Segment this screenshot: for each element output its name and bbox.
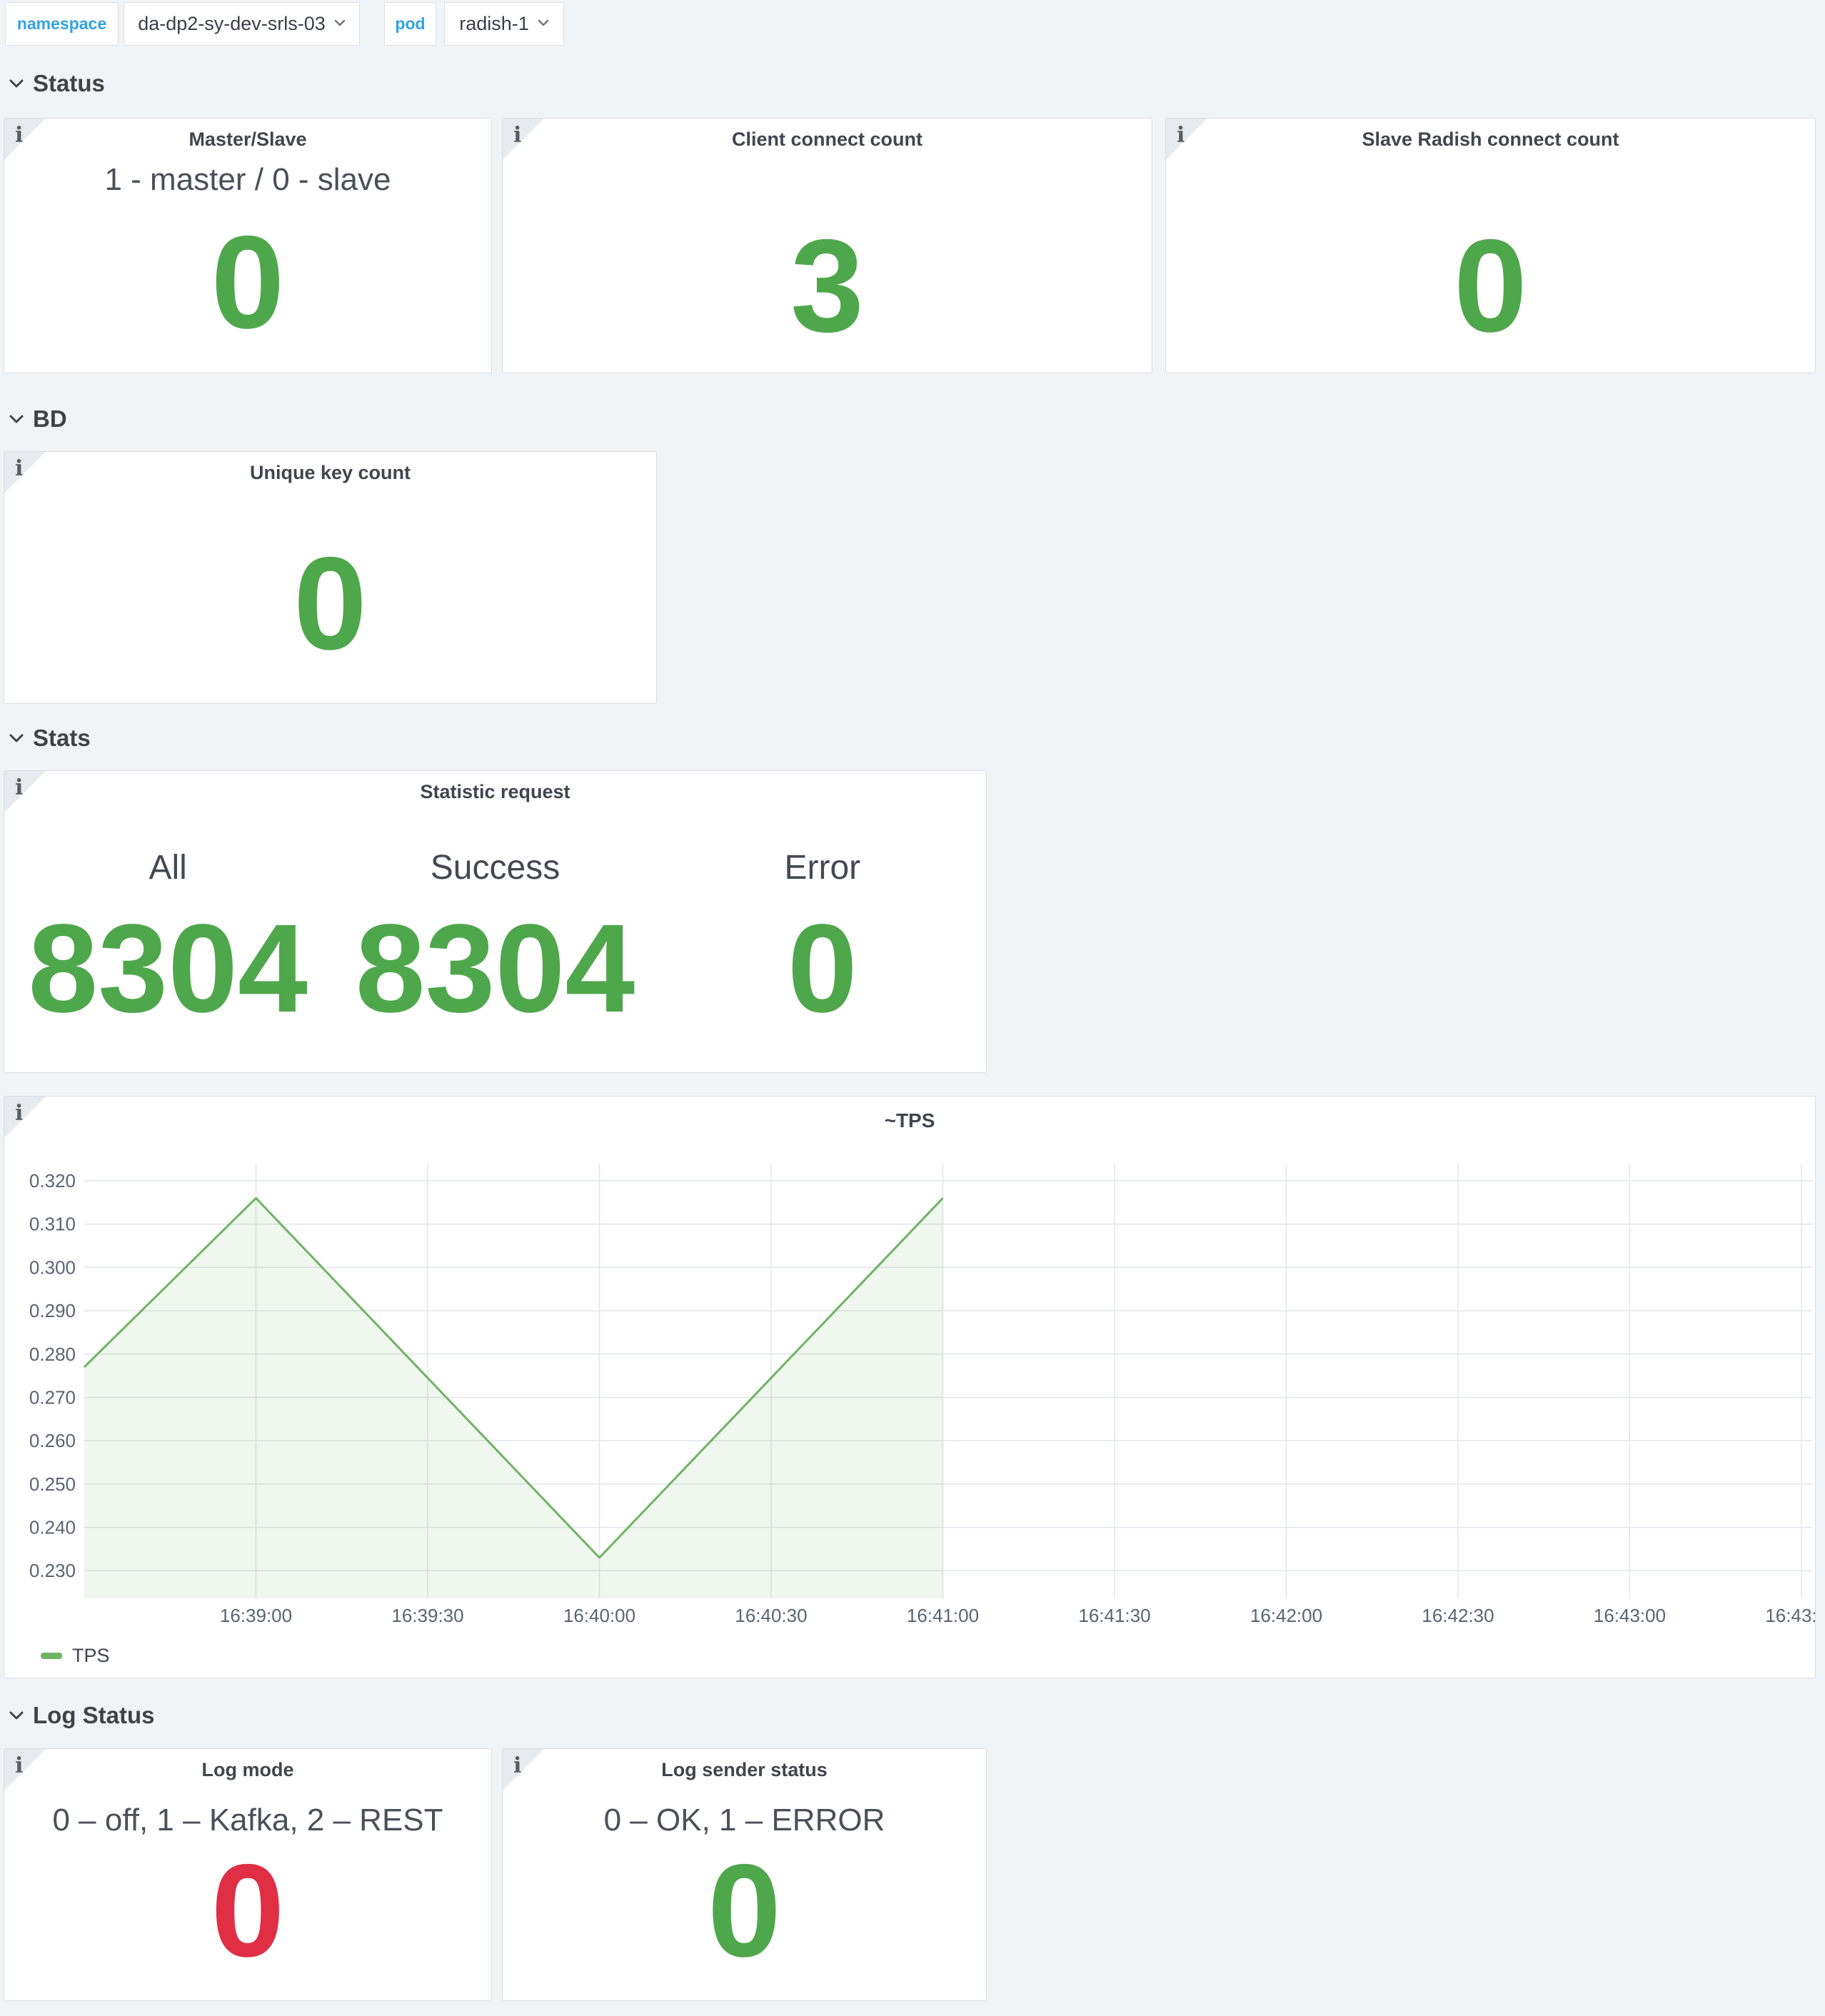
- panel-client-connect-count: i Client connect count 3: [502, 118, 1152, 373]
- section-title-stats: Stats: [33, 725, 91, 752]
- pod-variable-label: pod: [384, 2, 436, 46]
- svg-text:16:39:30: 16:39:30: [391, 1605, 463, 1626]
- stat-value: 0: [1166, 221, 1815, 353]
- stat-value: 8304: [4, 906, 331, 1032]
- pod-label-text: pod: [395, 14, 425, 34]
- section-title-bd: BD: [33, 405, 67, 433]
- section-title-status: Status: [33, 70, 105, 97]
- section-row-status[interactable]: Status: [9, 70, 105, 97]
- panel-title[interactable]: Client connect count: [503, 128, 1152, 151]
- svg-text:0.270: 0.270: [29, 1386, 76, 1408]
- svg-text:0.300: 0.300: [29, 1256, 76, 1278]
- stat-value: 0: [4, 1845, 491, 1977]
- tps-chart-plot: 0.320 0.310 0.300 0.290 0.280 0.270 0.260 0.250…: [4, 1097, 1816, 1678]
- section-title-log-status: Log Status: [33, 1702, 155, 1729]
- stat-column-label: Success: [331, 848, 658, 887]
- panel-log-mode: i Log mode 0 – off, 1 – Kafka, 2 – REST …: [4, 1748, 492, 2001]
- section-row-stats[interactable]: Stats: [9, 725, 91, 752]
- chevron-down-icon: [9, 414, 24, 424]
- chevron-down-icon: [334, 18, 346, 31]
- svg-text:0.290: 0.290: [29, 1300, 76, 1321]
- legend-series-swatch: [41, 1653, 62, 1659]
- svg-text:16:42:30: 16:42:30: [1422, 1605, 1494, 1626]
- svg-text:0.230: 0.230: [29, 1560, 76, 1581]
- panel-slave-radish-connect-count: i Slave Radish connect count 0: [1165, 118, 1816, 373]
- stat-value: 0: [659, 906, 986, 1032]
- chevron-down-icon: [538, 18, 549, 31]
- stat-column-success: Success 8304: [331, 848, 658, 1032]
- chart-title[interactable]: ~TPS: [4, 1109, 1815, 1132]
- chevron-down-icon: [9, 79, 24, 89]
- stat-column-error: Error 0: [659, 848, 986, 1032]
- stat-value: 0: [4, 217, 491, 349]
- stat-column-label: Error: [659, 848, 986, 887]
- svg-text:16:41:30: 16:41:30: [1078, 1605, 1150, 1626]
- svg-text:16:40:00: 16:40:00: [563, 1605, 635, 1626]
- panel-title[interactable]: Slave Radish connect count: [1166, 128, 1815, 151]
- namespace-label-text: namespace: [17, 14, 106, 34]
- svg-text:0.310: 0.310: [29, 1214, 76, 1235]
- svg-text:0.240: 0.240: [29, 1516, 76, 1538]
- panel-title[interactable]: Log sender status: [503, 1759, 986, 1781]
- stat-column-label: All: [4, 848, 331, 887]
- statistic-columns: All 8304 Success 8304 Error 0: [4, 848, 986, 1032]
- legend-series-label: TPS: [72, 1645, 110, 1667]
- panel-log-sender-status: i Log sender status 0 – OK, 1 – ERROR 0: [502, 1748, 987, 2001]
- svg-text:0.320: 0.320: [29, 1170, 76, 1191]
- stat-value: 8304: [331, 906, 658, 1032]
- dashboard: namespace da-dp2-sy-dev-srls-03 pod radi…: [0, 0, 1825, 2016]
- panel-title[interactable]: Master/Slave: [4, 128, 491, 151]
- panel-statistic-request: i Statistic request All 8304 Success 830…: [4, 770, 987, 1073]
- section-row-bd[interactable]: BD: [9, 405, 67, 433]
- panel-subtitle: 1 - master / 0 - slave: [4, 163, 491, 197]
- panel-title[interactable]: Log mode: [4, 1759, 491, 1781]
- namespace-value-text: da-dp2-sy-dev-srls-03: [138, 13, 326, 35]
- svg-text:0.250: 0.250: [29, 1473, 76, 1495]
- legend-item-tps[interactable]: TPS: [41, 1645, 110, 1667]
- stat-value: 3: [503, 221, 1152, 353]
- namespace-variable-dropdown[interactable]: da-dp2-sy-dev-srls-03: [124, 2, 360, 46]
- panel-subtitle: 0 – off, 1 – Kafka, 2 – REST: [4, 1803, 491, 1838]
- svg-text:16:43:30: 16:43:30: [1765, 1605, 1816, 1626]
- svg-text:16:42:00: 16:42:00: [1250, 1605, 1322, 1626]
- namespace-variable-label: namespace: [5, 2, 119, 46]
- panel-title[interactable]: Unique key count: [4, 462, 656, 484]
- stat-value: 0: [4, 538, 656, 670]
- svg-text:0.280: 0.280: [29, 1344, 76, 1365]
- chevron-down-icon: [9, 1710, 24, 1720]
- stat-value: 0: [503, 1845, 986, 1977]
- svg-text:0.260: 0.260: [29, 1430, 76, 1451]
- svg-text:16:41:00: 16:41:00: [907, 1605, 979, 1626]
- section-row-log-status[interactable]: Log Status: [9, 1702, 155, 1729]
- svg-text:16:39:00: 16:39:00: [220, 1605, 292, 1626]
- svg-text:16:43:00: 16:43:00: [1594, 1605, 1666, 1626]
- svg-text:16:40:30: 16:40:30: [735, 1605, 807, 1626]
- panel-master-slave: i Master/Slave 1 - master / 0 - slave 0: [4, 118, 492, 373]
- panel-tps-graph: i ~TPS 0.3200.3100.3000.2900.2800.2700.2…: [4, 1096, 1816, 1678]
- panel-subtitle: 0 – OK, 1 – ERROR: [503, 1803, 986, 1838]
- stat-column-all: All 8304: [4, 848, 331, 1032]
- chevron-down-icon: [9, 733, 24, 743]
- panel-title[interactable]: Statistic request: [4, 781, 986, 803]
- pod-variable-dropdown[interactable]: radish-1: [444, 2, 564, 46]
- pod-value-text: radish-1: [459, 13, 529, 35]
- panel-unique-key-count: i Unique key count 0: [4, 451, 657, 704]
